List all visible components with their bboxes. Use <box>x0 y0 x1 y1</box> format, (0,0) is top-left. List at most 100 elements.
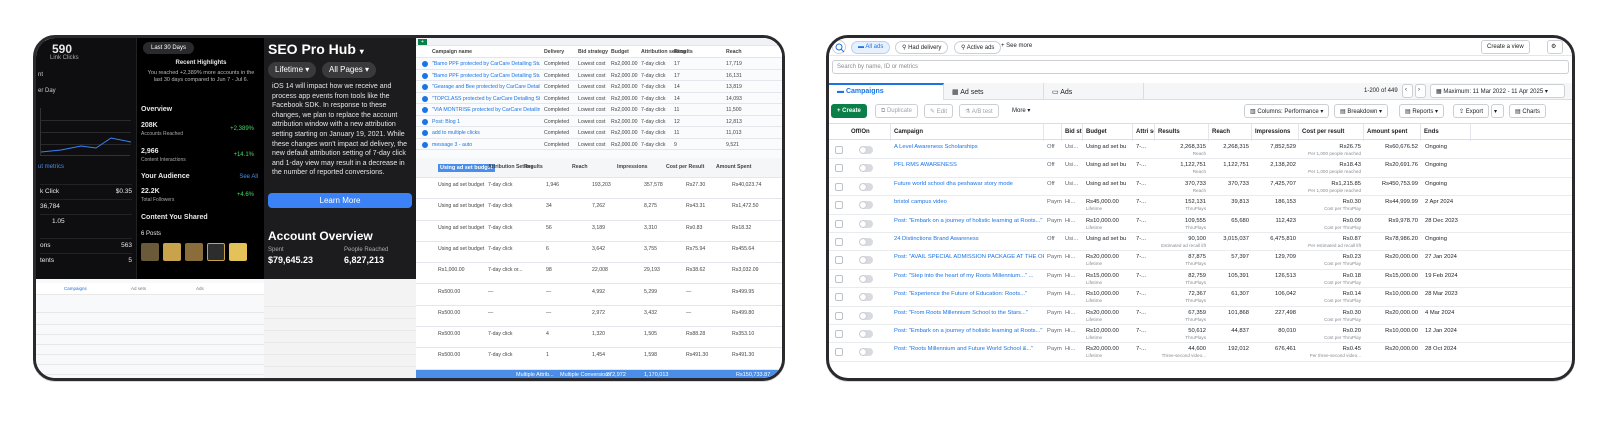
toggle-icon[interactable] <box>422 84 428 90</box>
table-row[interactable]: Rs1,000.00 7-day click or... 98 22,008 29,19… <box>416 263 782 285</box>
cell-name[interactable]: Post: Blog 1 <box>432 119 460 125</box>
duplicate-button[interactable]: ⧉ Duplicate <box>875 104 918 118</box>
filter-all-ads[interactable]: ▬ All ads <box>851 41 891 54</box>
cell-name[interactable]: Post: "Roots Millennium and Future World… <box>891 343 1044 361</box>
all-pages-dropdown[interactable]: All Pages ▾ <box>322 62 377 78</box>
campaign-toggle[interactable] <box>859 201 873 210</box>
see-more-filters[interactable]: + See more <box>1001 43 1032 49</box>
cell-name[interactable]: Post: "Step into the heart of my Roots M… <box>891 270 1044 288</box>
charts-button[interactable]: ▤ Charts <box>1509 104 1547 118</box>
campaign-toggle[interactable] <box>859 219 873 228</box>
column-header[interactable]: Results <box>1155 124 1209 141</box>
column-header[interactable]: Budget <box>1083 124 1133 141</box>
campaign-toggle[interactable] <box>859 348 873 357</box>
cell-name[interactable]: "Bamo PPF protected by CarCare Detailing… <box>432 61 540 67</box>
campaign-name-link[interactable]: Post: "Embark on a journey of holistic l… <box>894 218 1042 224</box>
lifetime-dropdown[interactable]: Lifetime ▾ <box>268 62 317 78</box>
campaign-name-link[interactable]: bristol campus video <box>894 199 947 205</box>
post-thumbnail[interactable] <box>185 243 203 261</box>
row-checkbox[interactable] <box>835 182 843 191</box>
campaign-toggle[interactable] <box>859 238 873 246</box>
columns-button[interactable]: ▥ Columns: Performance ▾ <box>1244 104 1330 118</box>
campaign-toggle[interactable] <box>859 311 873 320</box>
date-range-picker[interactable]: ▦ Maximum: 11 Mar 2022 - 11 Apr 2025 ▾ <box>1430 84 1565 98</box>
settings-icon[interactable]: ⚙ <box>1547 40 1563 54</box>
toggle-icon[interactable] <box>422 72 428 79</box>
column-header[interactable]: Ends <box>1421 124 1471 141</box>
table-row[interactable]: Rs500.00 7-day click 1 1,454 1,598 Rs491.30 Rs… <box>416 348 782 370</box>
table-row[interactable]: bristol campus video Paymt Hi... Rs45,000.0… <box>829 196 1572 215</box>
campaign-toggle[interactable] <box>859 274 873 283</box>
campaign-name-link[interactable]: Future world school dha peshawar story m… <box>894 181 1013 187</box>
table-row[interactable]: Post: "Embark on a journey of holistic l… <box>829 215 1572 233</box>
campaign-toggle[interactable] <box>859 293 873 302</box>
campaign-toggle[interactable] <box>859 182 873 191</box>
column-header[interactable]: Amount spent <box>1364 124 1421 141</box>
campaign-toggle[interactable] <box>859 146 873 154</box>
table-row[interactable]: Post: "Experience the Future of Educatio… <box>829 288 1572 307</box>
cell-name[interactable]: Post: "Embark on a journey of holistic l… <box>891 215 1044 233</box>
campaign-toggle[interactable] <box>859 330 873 338</box>
post-thumbnail[interactable] <box>229 243 247 261</box>
table-row[interactable]: Post: "From Roots Millennium School to t… <box>829 307 1572 325</box>
table-row[interactable]: Rs500.00 — — 2,972 3,432 — Rs499.80 <box>416 306 782 328</box>
column-header[interactable]: Off/On <box>829 124 891 141</box>
cell-name[interactable]: Post: "From Roots Millennium School to t… <box>891 307 1044 325</box>
cell-name[interactable]: "Bamo PPF protected by CarCare Detailing… <box>432 73 540 79</box>
cell-name[interactable]: Post: "Embark on a journey of holistic l… <box>891 325 1044 343</box>
table-row[interactable]: Post: "Roots Millennium and Future World… <box>829 343 1572 362</box>
column-header[interactable]: Cost per result <box>1299 124 1364 141</box>
tab-ad-sets[interactable]: ▦ Ad sets <box>944 83 1044 100</box>
search-icon[interactable] <box>832 40 846 54</box>
filter-had-delivery[interactable]: ⚲ Had delivery <box>895 41 949 54</box>
cell-name[interactable]: Post: "Experience the Future of Educatio… <box>891 288 1044 306</box>
seo-hub-title[interactable]: SEO Pro Hub ▾ <box>268 41 364 57</box>
metrics-link[interactable]: ut metrics <box>38 164 64 170</box>
column-header[interactable] <box>1044 124 1062 141</box>
table-row[interactable]: Post: "Step into the heart of my Roots M… <box>829 270 1572 289</box>
row-checkbox[interactable] <box>835 201 843 210</box>
column-header[interactable]: Bid strat <box>1062 124 1083 141</box>
post-thumbnail[interactable] <box>207 243 225 261</box>
table-row[interactable]: add to multiple clicks Completed Lowest co… <box>416 127 782 139</box>
post-thumbnail[interactable] <box>141 243 159 261</box>
row-checkbox[interactable] <box>835 146 843 154</box>
cell-name[interactable]: PFL RMS AWARENESS <box>891 159 1044 177</box>
cell-name[interactable]: "TOPCLASS protected by CarCare Detailing… <box>432 96 540 102</box>
column-header[interactable]: Campaign <box>891 124 1044 141</box>
table-row[interactable]: "Bamo PPF protected by CarCare Detailing… <box>416 70 782 81</box>
campaign-name-link[interactable]: Post: "Roots Millennium and Future World… <box>894 346 1033 352</box>
table-row[interactable]: Using ad set budget 7-day click 56 3,189 3,3… <box>416 221 782 242</box>
row-checkbox[interactable] <box>835 219 843 228</box>
row-checkbox[interactable] <box>835 238 843 246</box>
tab-campaigns[interactable]: ▬ Campaigns <box>829 83 944 100</box>
create-view-button[interactable]: Create a view <box>1481 40 1530 54</box>
campaign-name-link[interactable]: Post: "From Roots Millennium School to t… <box>894 310 1028 316</box>
campaign-name-link[interactable]: PFL RMS AWARENESS <box>894 162 957 168</box>
table-row[interactable]: Rs500.00 7-day click 4 1,320 1,505 Rs88.28 Rs3… <box>416 327 782 349</box>
table-row[interactable]: Future world school dha peshawar story m… <box>829 178 1572 197</box>
breakdown-button[interactable]: ▤ Breakdown ▾ <box>1334 104 1389 118</box>
prev-page-icon[interactable]: ‹ <box>1402 84 1413 98</box>
toggle-icon[interactable] <box>422 95 428 102</box>
cell-name[interactable]: A Level Awareness Scholarships <box>891 141 1044 159</box>
see-all-link[interactable]: See All <box>239 174 258 180</box>
table-row[interactable]: Post: "AVAIL SPECIAL ADMISSION PACKAGE A… <box>829 251 1572 270</box>
export-button[interactable]: ⇪ Export <box>1453 104 1490 118</box>
toggle-icon[interactable] <box>422 141 428 148</box>
row-checkbox[interactable] <box>835 274 843 283</box>
table-row[interactable]: "Gearage and Bee protected by CarCare De… <box>416 81 782 93</box>
cell-name[interactable]: add to multiple clicks <box>432 130 480 136</box>
cell-name[interactable]: "VIA MONTRISE protected by CarCare Detai… <box>432 107 540 113</box>
tab-ads[interactable]: ▭ Ads <box>1044 83 1144 100</box>
column-header[interactable]: Attri setti <box>1133 124 1155 141</box>
table-row[interactable]: Post: Blog 1 Completed Lowest cost Rs2,000.… <box>416 116 782 127</box>
reports-button[interactable]: ▤ Reports ▾ <box>1399 104 1445 118</box>
table-row[interactable]: PFL RMS AWARENESS Off Usi... Using ad set b… <box>829 159 1572 178</box>
more-button[interactable]: More ▾ <box>1007 104 1036 118</box>
search-input[interactable]: Search by name, ID or metrics <box>832 60 1569 74</box>
table-row[interactable]: "TOPCLASS protected by CarCare Detailing… <box>416 93 782 104</box>
row-checkbox[interactable] <box>835 256 843 265</box>
toggle-icon[interactable] <box>422 61 428 67</box>
create-button[interactable]: + Create <box>831 104 867 118</box>
